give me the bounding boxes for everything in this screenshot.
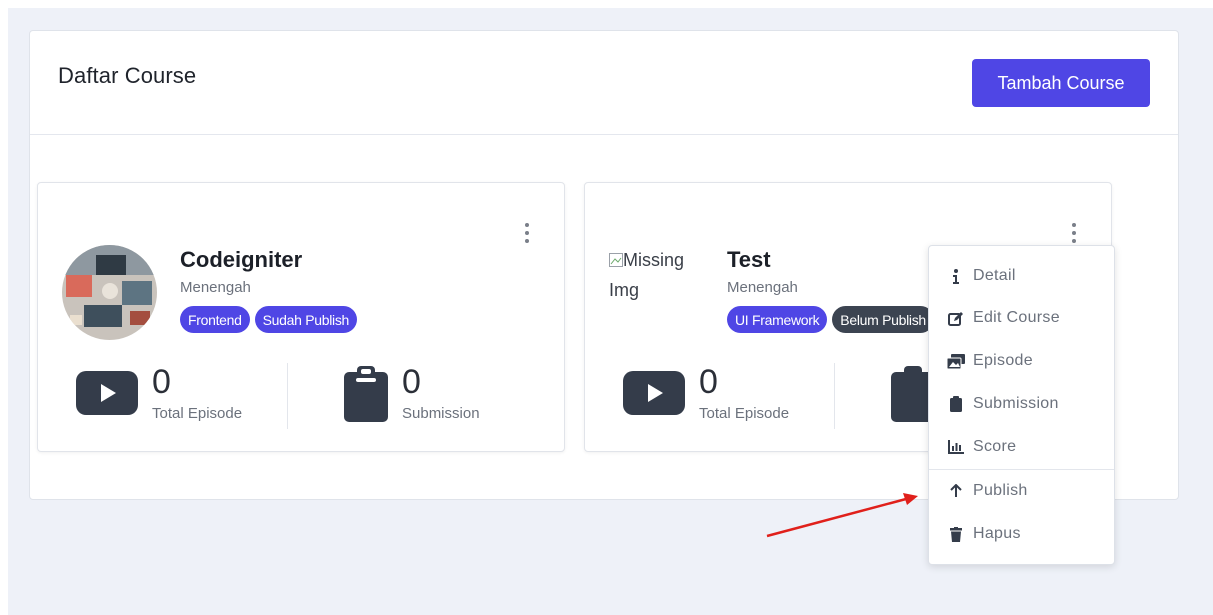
stat-divider <box>287 363 288 429</box>
clipboard-icon <box>344 364 388 427</box>
submission-stat <box>891 365 935 430</box>
page-title: Daftar Course <box>58 63 197 88</box>
menu-item-label: Publish <box>973 482 1028 499</box>
arrow-up-icon <box>947 484 965 498</box>
course-actions-menu: Detail Edit Course Episode Submission Sc… <box>928 245 1115 565</box>
menu-item-label: Hapus <box>973 525 1021 542</box>
menu-item-label: Submission <box>973 395 1059 412</box>
total-episode-count: 0 <box>699 363 718 401</box>
menu-item-detail[interactable]: Detail <box>929 256 1114 296</box>
play-video-icon <box>76 371 138 420</box>
total-episode-label: Total Episode <box>699 405 790 422</box>
menu-item-publish[interactable]: Publish <box>929 471 1114 511</box>
course-thumbnail-broken: Missing Img <box>609 245 719 305</box>
badge-group: Frontend Sudah Publish <box>180 306 358 333</box>
trash-icon <box>947 526 965 542</box>
edit-icon <box>947 311 965 326</box>
total-episode-stat: 0 Total Episode <box>76 363 276 430</box>
clipboard-icon <box>947 396 965 412</box>
total-episode-label: Total Episode <box>152 405 243 422</box>
total-episode-count: 0 <box>152 363 171 401</box>
course-card: Codeigniter Menengah Frontend Sudah Publ… <box>37 182 565 452</box>
course-name: Codeigniter <box>180 247 303 272</box>
status-badge: Sudah Publish <box>254 306 358 333</box>
submission-stat: 0 Submission <box>344 363 544 430</box>
menu-item-label: Score <box>973 438 1017 455</box>
course-level: Menengah <box>727 279 798 296</box>
menu-item-delete[interactable]: Hapus <box>929 514 1114 554</box>
status-badge: Belum Publish <box>832 306 934 333</box>
menu-item-label: Episode <box>973 352 1033 369</box>
submission-label: Submission <box>402 405 480 422</box>
more-options-icon[interactable] <box>520 221 534 245</box>
menu-divider <box>929 469 1114 470</box>
badge-group: UI Framework Belum Publish <box>727 306 934 333</box>
menu-item-score[interactable]: Score <box>929 427 1114 467</box>
stat-divider <box>834 363 835 429</box>
menu-item-episode[interactable]: Episode <box>929 341 1114 381</box>
add-course-button[interactable]: Tambah Course <box>972 59 1150 107</box>
play-video-icon <box>623 371 685 420</box>
images-icon <box>947 353 965 369</box>
total-episode-stat: 0 Total Episode <box>623 363 823 430</box>
course-thumbnail <box>62 245 157 340</box>
bar-chart-icon <box>947 440 965 454</box>
menu-item-label: Edit Course <box>973 309 1060 326</box>
course-name: Test <box>727 247 771 272</box>
course-level: Menengah <box>180 279 251 296</box>
panel-header: Daftar Course Tambah Course <box>30 31 1178 135</box>
category-badge: UI Framework <box>727 306 828 333</box>
category-badge: Frontend <box>180 306 250 333</box>
menu-item-edit-course[interactable]: Edit Course <box>929 298 1114 338</box>
submission-count: 0 <box>402 363 421 401</box>
more-options-icon[interactable] <box>1067 221 1081 245</box>
broken-image-icon <box>609 253 623 267</box>
menu-item-label: Detail <box>973 267 1016 284</box>
info-icon <box>947 268 965 284</box>
menu-item-submission[interactable]: Submission <box>929 384 1114 424</box>
